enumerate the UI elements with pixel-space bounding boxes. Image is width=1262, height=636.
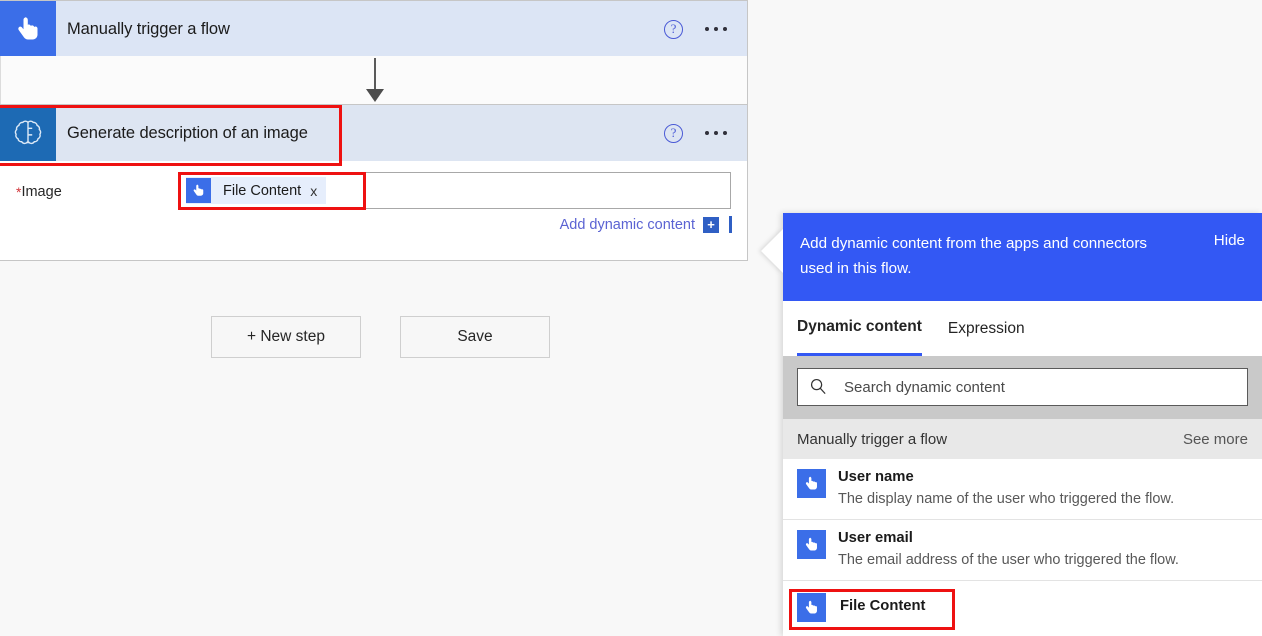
search-input[interactable]: [829, 378, 1247, 397]
list-item-description: The display name of the user who trigger…: [838, 487, 1174, 510]
tab-dynamic-content[interactable]: Dynamic content: [797, 302, 922, 356]
flow-connector: [0, 56, 748, 104]
help-question-icon[interactable]: ?: [664, 124, 683, 143]
search-icon: [809, 377, 829, 397]
list-item[interactable]: User name The display name of the user w…: [783, 459, 1262, 520]
dynamic-content-list: User name The display name of the user w…: [783, 459, 1262, 631]
file-content-token[interactable]: File Content x: [186, 177, 326, 204]
action-card-header[interactable]: Generate description of an image ?: [0, 105, 747, 161]
manual-trigger-hand-icon: [186, 178, 211, 203]
image-field-label: *Image: [16, 184, 62, 200]
manual-trigger-hand-icon: [797, 469, 826, 498]
more-ellipsis-icon[interactable]: [705, 27, 727, 31]
flow-designer-canvas: Manually trigger a flow ? Generate descr…: [0, 0, 750, 636]
trigger-card-actions: ?: [664, 20, 747, 39]
help-question-icon[interactable]: ?: [664, 20, 683, 39]
list-item-text: File Content: [826, 592, 926, 621]
see-more-link[interactable]: See more: [1183, 431, 1248, 448]
list-item-description: The email address of the user who trigge…: [838, 548, 1179, 571]
add-dynamic-content-row[interactable]: Add dynamic content +: [560, 216, 732, 233]
manual-trigger-hand-icon: [0, 1, 56, 57]
image-field-label-text: Image: [21, 184, 61, 200]
list-item-name: User name: [838, 468, 1174, 487]
dynamic-content-flyout: Add dynamic content from the apps and co…: [783, 213, 1262, 636]
list-item-text: User name The display name of the user w…: [826, 468, 1174, 510]
trigger-card-title: Manually trigger a flow: [56, 20, 230, 39]
action-card-actions: ?: [664, 124, 747, 143]
manual-trigger-hand-icon: [797, 593, 826, 622]
group-title: Manually trigger a flow: [797, 431, 947, 448]
trigger-card[interactable]: Manually trigger a flow ?: [0, 0, 748, 56]
remove-token-icon[interactable]: x: [310, 183, 317, 199]
list-item-name: File Content: [838, 592, 926, 621]
save-button[interactable]: Save: [400, 316, 550, 358]
flyout-pointer-icon: [761, 229, 783, 273]
text-cursor-caret: [729, 216, 732, 233]
new-step-button[interactable]: + New step: [211, 316, 361, 358]
add-dynamic-content-icon[interactable]: +: [703, 217, 719, 233]
list-item[interactable]: File Content: [783, 581, 1262, 631]
search-box[interactable]: [797, 368, 1248, 406]
down-arrow-icon: [366, 89, 384, 102]
tab-expression[interactable]: Expression: [948, 302, 1025, 356]
action-card-title: Generate description of an image: [56, 124, 308, 143]
trigger-card-header[interactable]: Manually trigger a flow ?: [0, 1, 747, 57]
flyout-header-text: Add dynamic content from the apps and co…: [800, 231, 1175, 281]
dynamic-content-group-header: Manually trigger a flow See more: [783, 419, 1262, 459]
list-item-text: User email The email address of the user…: [826, 529, 1179, 571]
designer-action-buttons: + New step Save: [211, 316, 550, 358]
list-item-name: User email: [838, 529, 1179, 548]
more-ellipsis-icon[interactable]: [705, 131, 727, 135]
add-dynamic-content-link[interactable]: Add dynamic content: [560, 217, 695, 233]
file-content-token-label: File Content: [211, 183, 310, 199]
manual-trigger-hand-icon: [797, 530, 826, 559]
flyout-tabs: Dynamic content Expression: [783, 301, 1262, 356]
image-input-field[interactable]: File Content x: [180, 172, 731, 209]
flyout-header: Add dynamic content from the apps and co…: [783, 213, 1262, 301]
hide-flyout-button[interactable]: Hide: [1214, 231, 1245, 249]
search-area: [783, 356, 1262, 419]
ai-builder-brain-icon: [0, 105, 56, 161]
list-item[interactable]: User email The email address of the user…: [783, 520, 1262, 581]
